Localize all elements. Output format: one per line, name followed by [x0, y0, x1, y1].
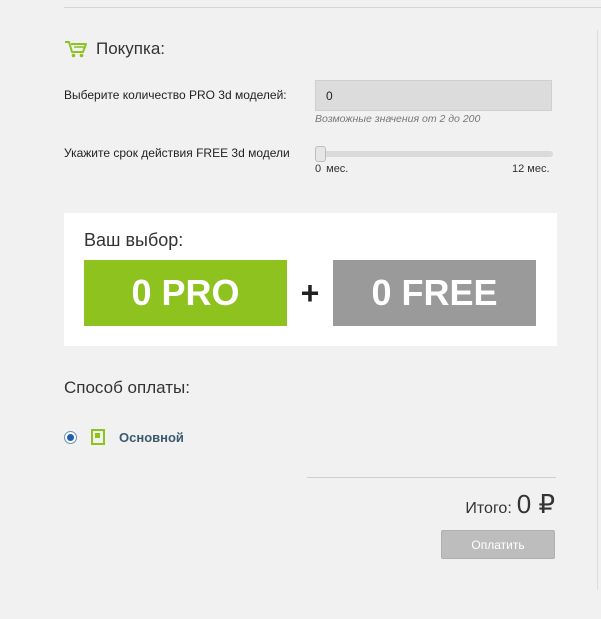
pro-quantity-label: Выберите количество PRO 3d моделей: [64, 88, 287, 102]
pro-count-box: 0 PRO [84, 260, 287, 326]
purchase-header: Покупка: [64, 38, 165, 60]
free-term-label: Укажите срок действия FREE 3d модели [64, 146, 290, 160]
free-count-box: 0 FREE [333, 260, 536, 326]
wallet-icon [91, 429, 105, 445]
choice-title: Ваш выбор: [84, 230, 184, 250]
slider-max-label: 12 мес. [512, 163, 550, 175]
payment-option-radio[interactable] [64, 430, 77, 444]
total-label: Итого: [465, 500, 512, 517]
plus-sign: + [300, 274, 320, 311]
pay-button[interactable]: Оплатить [441, 530, 555, 559]
total: Итого: 0 ₽ [465, 489, 555, 520]
cart-icon [64, 39, 88, 59]
payment-option-label: Основной [119, 429, 184, 445]
payment-option-main[interactable]: Основной [64, 427, 184, 447]
total-divider [307, 477, 556, 478]
pro-quantity-hint: Возможные значения от 2 до 200 [315, 113, 481, 125]
slider-min-value: 0 [315, 163, 322, 175]
purchase-title: Покупка: [96, 39, 165, 58]
radio-selected-dot [67, 433, 74, 441]
slider-min-label: 0 мес. [315, 163, 348, 175]
total-value: 0 ₽ [516, 489, 555, 519]
payment-method-title: Способ оплаты: [64, 378, 190, 397]
top-divider [64, 7, 601, 8]
pro-quantity-input[interactable] [315, 80, 552, 111]
panel-edge [597, 30, 598, 590]
free-term-slider-track[interactable] [317, 151, 553, 157]
free-term-slider-handle[interactable] [315, 146, 326, 162]
slider-min-unit: мес. [326, 163, 349, 175]
choice-card: Ваш выбор: 0 PRO + 0 FREE [64, 213, 557, 346]
